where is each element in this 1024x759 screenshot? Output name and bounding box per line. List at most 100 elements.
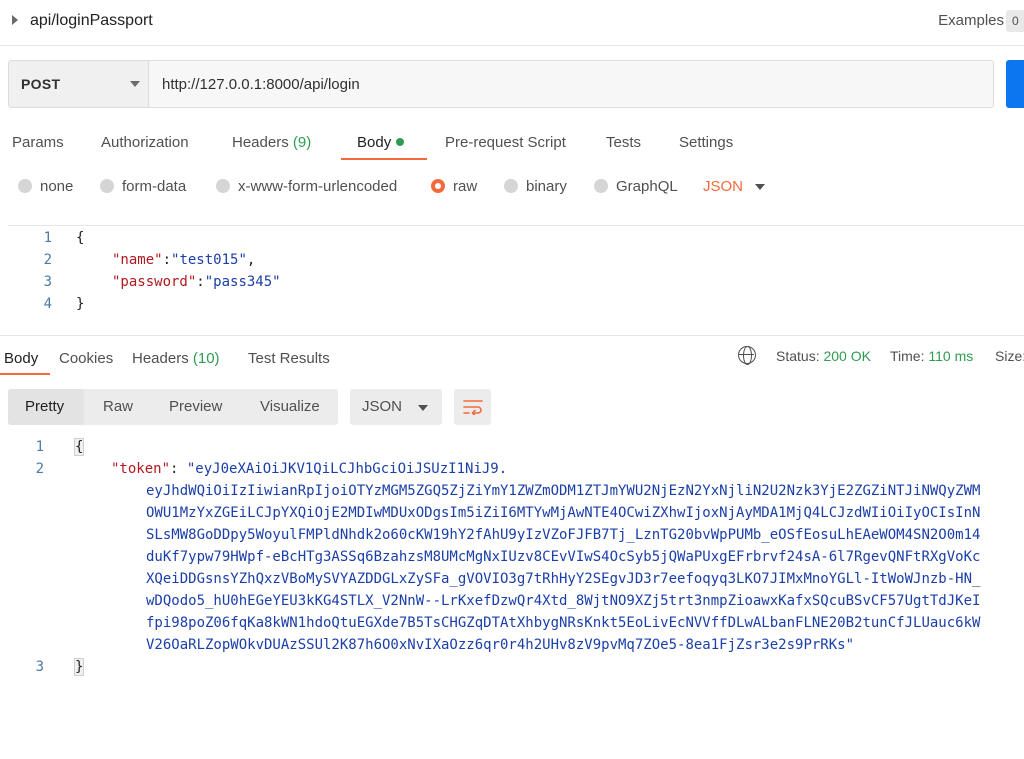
radio-none[interactable]: none bbox=[18, 178, 73, 195]
request-body-editor[interactable]: 1 { 2 "name":"test015", 3 "password":"pa… bbox=[8, 225, 1024, 323]
json-colon: : bbox=[196, 274, 205, 290]
tab-settings[interactable]: Settings bbox=[679, 134, 733, 151]
json-comma: , bbox=[246, 252, 256, 268]
json-colon: : bbox=[170, 461, 187, 477]
request-name[interactable]: api/loginPassport bbox=[30, 12, 153, 30]
line-number: 1 bbox=[43, 230, 52, 246]
tab-authorization[interactable]: Authorization bbox=[101, 134, 189, 151]
tab-headers-count: (9) bbox=[292, 134, 312, 151]
line-number: 3 bbox=[35, 659, 44, 675]
radio-raw-label: raw bbox=[453, 178, 478, 195]
line-number: 3 bbox=[43, 274, 52, 290]
time-label: Time: bbox=[890, 348, 925, 364]
json-value: "test015" bbox=[171, 252, 247, 268]
token-line: fpi98poZ06fqKa8kWN1hdoQtuEGXde7B5TsCHGZq… bbox=[146, 615, 981, 631]
body-format-select[interactable]: JSON bbox=[703, 178, 743, 195]
method-select[interactable]: POST bbox=[9, 61, 149, 107]
url-bar: POST http://127.0.0.1:8000/api/login bbox=[8, 60, 994, 108]
tab-body-label: Body bbox=[357, 134, 392, 151]
wrap-lines-icon bbox=[463, 400, 483, 415]
response-status: Status: 200 OK bbox=[776, 348, 871, 364]
res-tab-headers-count: (10) bbox=[192, 350, 220, 367]
radio-x-www-form-urlencoded[interactable]: x-www-form-urlencoded bbox=[216, 178, 397, 195]
response-format-label: JSON bbox=[362, 398, 403, 415]
radio-selected-icon bbox=[431, 179, 445, 193]
line-number: 2 bbox=[43, 252, 52, 268]
token-line: V26OaRLZopWOkvDUAzSSUl2K87h6O0xNvIXaOzz6… bbox=[146, 637, 855, 653]
radio-graphql-label: GraphQL bbox=[616, 178, 678, 195]
res-tab-cookies[interactable]: Cookies bbox=[59, 350, 113, 367]
body-type-options: none form-data x-www-form-urlencoded raw… bbox=[0, 172, 1024, 202]
radio-circle-icon bbox=[18, 179, 32, 193]
open-brace: { bbox=[73, 438, 85, 456]
active-response-tab-underline bbox=[0, 373, 50, 375]
view-preview-button[interactable]: Preview bbox=[169, 398, 222, 415]
radio-raw[interactable]: raw bbox=[431, 178, 477, 195]
examples-button[interactable]: Examples bbox=[938, 12, 1004, 29]
res-tab-body[interactable]: Body bbox=[4, 350, 38, 367]
globe-icon[interactable] bbox=[738, 346, 756, 365]
radio-binary[interactable]: binary bbox=[504, 178, 567, 195]
line-number: 4 bbox=[43, 296, 52, 312]
close-brace: } bbox=[73, 658, 85, 676]
open-brace: { bbox=[76, 230, 85, 246]
radio-graphql[interactable]: GraphQL bbox=[594, 178, 678, 195]
radio-urlencoded-label: x-www-form-urlencoded bbox=[238, 178, 398, 195]
line-number: 1 bbox=[35, 439, 44, 455]
res-tab-headers-label: Headers bbox=[132, 350, 189, 367]
json-value: "pass345" bbox=[204, 274, 281, 290]
status-value[interactable]: 200 OK bbox=[823, 348, 870, 364]
url-input[interactable]: http://127.0.0.1:8000/api/login bbox=[162, 76, 360, 93]
radio-circle-icon bbox=[504, 179, 518, 193]
time-value[interactable]: 110 ms bbox=[928, 348, 973, 364]
chevron-down-icon[interactable] bbox=[755, 184, 765, 190]
wrap-lines-button[interactable] bbox=[454, 389, 491, 425]
tab-params[interactable]: Params bbox=[12, 134, 64, 151]
view-raw-button[interactable]: Raw bbox=[103, 398, 133, 415]
tab-headers-label: Headers bbox=[232, 134, 289, 151]
json-value: "eyJ0eXAiOiJKV1QiLCJhbGciOiJSUzI1NiJ9. bbox=[186, 461, 508, 477]
body-indicator-dot-icon bbox=[396, 138, 405, 146]
method-label: POST bbox=[21, 76, 61, 92]
tab-pre-request-script[interactable]: Pre-request Script bbox=[445, 134, 566, 151]
response-size[interactable]: Size: bbox=[995, 348, 1024, 364]
token-line: XQeiDDGsnsYZhQxzVBoMySVYAZDDGLxZySFa_gVO… bbox=[146, 571, 981, 587]
tab-tests[interactable]: Tests bbox=[606, 134, 641, 151]
line-number: 2 bbox=[35, 461, 44, 477]
radio-binary-label: binary bbox=[526, 178, 567, 195]
radio-none-label: none bbox=[40, 178, 74, 195]
active-tab-underline bbox=[341, 158, 427, 160]
tab-body[interactable]: Body bbox=[357, 134, 405, 151]
tab-headers[interactable]: Headers (9) bbox=[232, 134, 311, 151]
chevron-down-icon bbox=[418, 405, 428, 411]
res-tab-test-results[interactable]: Test Results bbox=[248, 350, 330, 367]
json-key: "token" bbox=[111, 461, 171, 477]
res-tab-headers[interactable]: Headers (10) bbox=[132, 350, 220, 367]
response-format-select[interactable]: JSON bbox=[350, 389, 442, 425]
radio-circle-icon bbox=[594, 179, 608, 193]
json-key: "name" bbox=[112, 252, 163, 268]
chevron-down-icon bbox=[130, 81, 140, 87]
token-line: duKf7ypw79HWpf-eBcHTg3ASSq6BzahzsM8UMcMg… bbox=[146, 549, 981, 565]
radio-form-data-label: form-data bbox=[122, 178, 187, 195]
radio-circle-icon bbox=[216, 179, 230, 193]
token-line: OWU1MzYxZGEiLCJpYXQiOjE2MDIwMDUxODgsIm5i… bbox=[146, 505, 981, 521]
examples-count-badge: 0 bbox=[1006, 10, 1024, 32]
send-button[interactable] bbox=[1006, 60, 1024, 108]
radio-form-data[interactable]: form-data bbox=[100, 178, 186, 195]
token-line: eyJhdWQiOiIzIiwianRpIjoiOTYzMGM5ZGQ5ZjZi… bbox=[146, 483, 981, 499]
response-body-viewer[interactable]: 1 { 2 "token": "eyJ0eXAiOiJKV1QiLCJhbGci… bbox=[0, 436, 1024, 686]
request-title-bar: api/loginPassport Examples 0 bbox=[0, 0, 1024, 46]
section-divider bbox=[0, 335, 1024, 336]
close-brace: } bbox=[76, 296, 85, 312]
view-pretty-button[interactable]: Pretty bbox=[25, 398, 64, 415]
radio-circle-icon bbox=[100, 179, 114, 193]
request-tabs: Params Authorization Headers (9) Body Pr… bbox=[0, 124, 1024, 162]
json-colon: : bbox=[162, 252, 172, 268]
view-visualize-button[interactable]: Visualize bbox=[260, 398, 320, 415]
json-key: "password" bbox=[112, 274, 197, 290]
response-time: Time: 110 ms bbox=[890, 348, 973, 364]
caret-right-icon[interactable] bbox=[12, 15, 18, 25]
token-line: SLsMW8GoDDpy5WoyulFMPldNhdk2o60cKW19hY2f… bbox=[146, 527, 981, 543]
status-label: Status: bbox=[776, 348, 820, 364]
